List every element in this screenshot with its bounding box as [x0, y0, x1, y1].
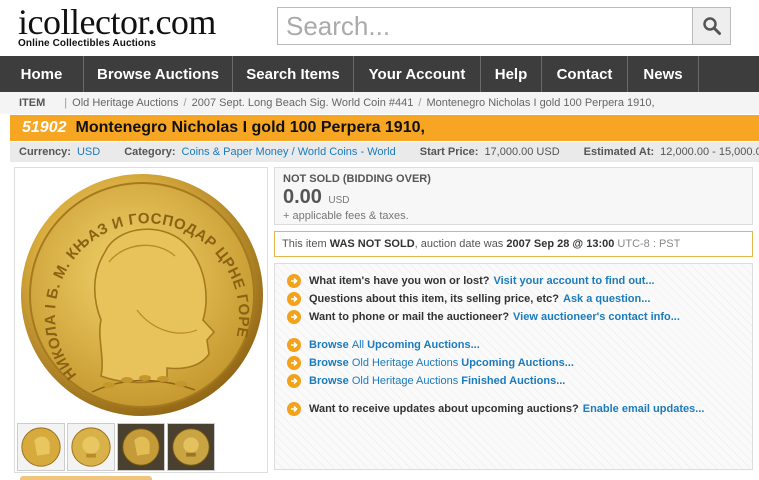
arrow-right-icon: [287, 338, 301, 352]
browse-scope: Old Heritage Auctions: [351, 375, 459, 387]
notice-mid: , auction date was: [414, 238, 504, 250]
bidding-status: NOT SOLD (BIDDING OVER): [283, 173, 431, 185]
breadcrumb-auction-link[interactable]: 2007 Sept. Long Beach Sig. World Coin #4…: [192, 97, 414, 109]
bidding-status-panel: NOT SOLD (BIDDING OVER) 0.00 USD + appli…: [274, 167, 753, 225]
arrow-right-icon: [287, 310, 301, 324]
fees-note: + applicable fees & taxes.: [283, 210, 409, 222]
browse-all-upcoming-link[interactable]: Browse All Upcoming Auctions...: [287, 336, 752, 354]
auctioneer-contact-link[interactable]: View auctioneer's contact info...: [513, 311, 680, 323]
browse-target: Finished Auctions...: [461, 375, 566, 387]
browse-target: Upcoming Auctions...: [461, 357, 574, 369]
action-won-lost: What item's have you won or lost? Visit …: [287, 272, 752, 290]
enable-email-updates-link[interactable]: Enable email updates...: [583, 403, 705, 415]
action-question-text: Questions about this item, its selling p…: [309, 293, 559, 305]
breadcrumb-separator: /: [418, 97, 422, 109]
ask-question-link[interactable]: Ask a question...: [563, 293, 650, 305]
search-icon: [702, 17, 721, 35]
actions-panel: What item's have you won or lost? Visit …: [274, 263, 753, 470]
nav-home[interactable]: Home: [0, 56, 84, 92]
lot-title: Montenegro Nicholas I gold 100 Perpera 1…: [75, 119, 425, 136]
action-contact-text: Want to phone or mail the auctioneer?: [309, 311, 510, 323]
search-box: [277, 7, 693, 45]
arrow-right-icon: [287, 292, 301, 306]
logo-text: icollector.com: [18, 2, 216, 42]
notice-date: 2007 Sep 28 @ 13:00: [506, 238, 615, 250]
image-panel: НИКОЛА I Б. М. КЊАЗ И ГОСПОДАР ЦРНЕ ГОРЕ: [14, 167, 268, 473]
thumbnail-strip: [17, 423, 217, 471]
sale-notice: This item WAS NOT SOLD, auction date was…: [274, 231, 753, 257]
breadcrumb-separator: |: [64, 97, 68, 109]
arrow-right-icon: [287, 356, 301, 370]
breadcrumb: ITEM | Old Heritage Auctions / 2007 Sept…: [0, 92, 759, 114]
coin-main-image[interactable]: НИКОЛА I Б. М. КЊАЗ И ГОСПОДАР ЦРНЕ ГОРЕ: [17, 170, 267, 420]
site-header: icollector.com Online Collectibles Aucti…: [0, 0, 759, 56]
breadcrumb-item-current: Montenegro Nicholas I gold 100 Perpera 1…: [426, 97, 655, 109]
breadcrumb-label: ITEM: [19, 97, 46, 109]
start-price-label: Start Price:: [419, 146, 479, 158]
lot-info-bar: Currency: USD Category: Coins & Paper Mo…: [10, 142, 759, 162]
visit-account-link[interactable]: Visit your account to find out...: [493, 275, 654, 287]
action-won-text: What item's have you won or lost?: [309, 275, 490, 287]
nav-your-account[interactable]: Your Account: [354, 56, 481, 92]
category-label: Category:: [124, 146, 176, 158]
price-currency: USD: [328, 195, 350, 206]
estimate-label: Estimated At:: [583, 146, 655, 158]
browse-target: Upcoming Auctions...: [367, 339, 480, 351]
final-price: 0.00: [283, 186, 322, 208]
arrow-right-icon: [287, 374, 301, 388]
browse-word: Browse: [309, 339, 349, 351]
currency-link[interactable]: USD: [77, 146, 100, 158]
action-updates-text: Want to receive updates about upcoming a…: [309, 403, 579, 415]
lot-number: 51902: [22, 119, 67, 136]
lot-title-bar: 51902 Montenegro Nicholas I gold 100 Per…: [10, 115, 759, 141]
search-input[interactable]: [278, 8, 692, 44]
action-updates: Want to receive updates about upcoming a…: [287, 400, 752, 418]
notice-status: WAS NOT SOLD: [329, 238, 415, 250]
notice-prefix: This item: [282, 238, 327, 250]
breadcrumb-separator: /: [183, 97, 187, 109]
bottom-tab[interactable]: [20, 476, 152, 480]
action-contact: Want to phone or mail the auctioneer? Vi…: [287, 308, 752, 326]
thumbnail-3[interactable]: [117, 423, 165, 471]
search-button[interactable]: [693, 7, 731, 45]
breadcrumb-auctioneer-link[interactable]: Old Heritage Auctions: [72, 97, 178, 109]
nav-help[interactable]: Help: [481, 56, 542, 92]
browse-word: Browse: [309, 357, 349, 369]
browse-auctioneer-finished-link[interactable]: Browse Old Heritage Auctions Finished Au…: [287, 372, 752, 390]
action-question: Questions about this item, its selling p…: [287, 290, 752, 308]
thumbnail-4[interactable]: [167, 423, 215, 471]
thumbnail-2[interactable]: [67, 423, 115, 471]
category-link[interactable]: Coins & Paper Money / World Coins - Worl…: [182, 146, 396, 158]
browse-scope: Old Heritage Auctions: [351, 357, 459, 369]
thumbnail-1[interactable]: [17, 423, 65, 471]
price-row: 0.00 USD: [283, 186, 752, 209]
main-nav: Home Browse Auctions Search Items Your A…: [0, 56, 759, 92]
start-price-value: 17,000.00 USD: [484, 146, 560, 158]
arrow-right-icon: [287, 402, 301, 416]
browse-scope: All: [351, 339, 365, 351]
nav-search-items[interactable]: Search Items: [233, 56, 354, 92]
browse-word: Browse: [309, 375, 349, 387]
arrow-right-icon: [287, 274, 301, 288]
nav-contact[interactable]: Contact: [542, 56, 628, 92]
site-logo[interactable]: icollector.com Online Collectibles Aucti…: [18, 4, 216, 49]
browse-auctioneer-upcoming-link[interactable]: Browse Old Heritage Auctions Upcoming Au…: [287, 354, 752, 372]
estimate-value: 12,000.00 - 15,000.00 U: [660, 146, 759, 158]
currency-label: Currency:: [19, 146, 71, 158]
notice-timezone: UTC-8 : PST: [617, 238, 681, 250]
nav-news[interactable]: News: [628, 56, 699, 92]
nav-browse-auctions[interactable]: Browse Auctions: [84, 56, 233, 92]
